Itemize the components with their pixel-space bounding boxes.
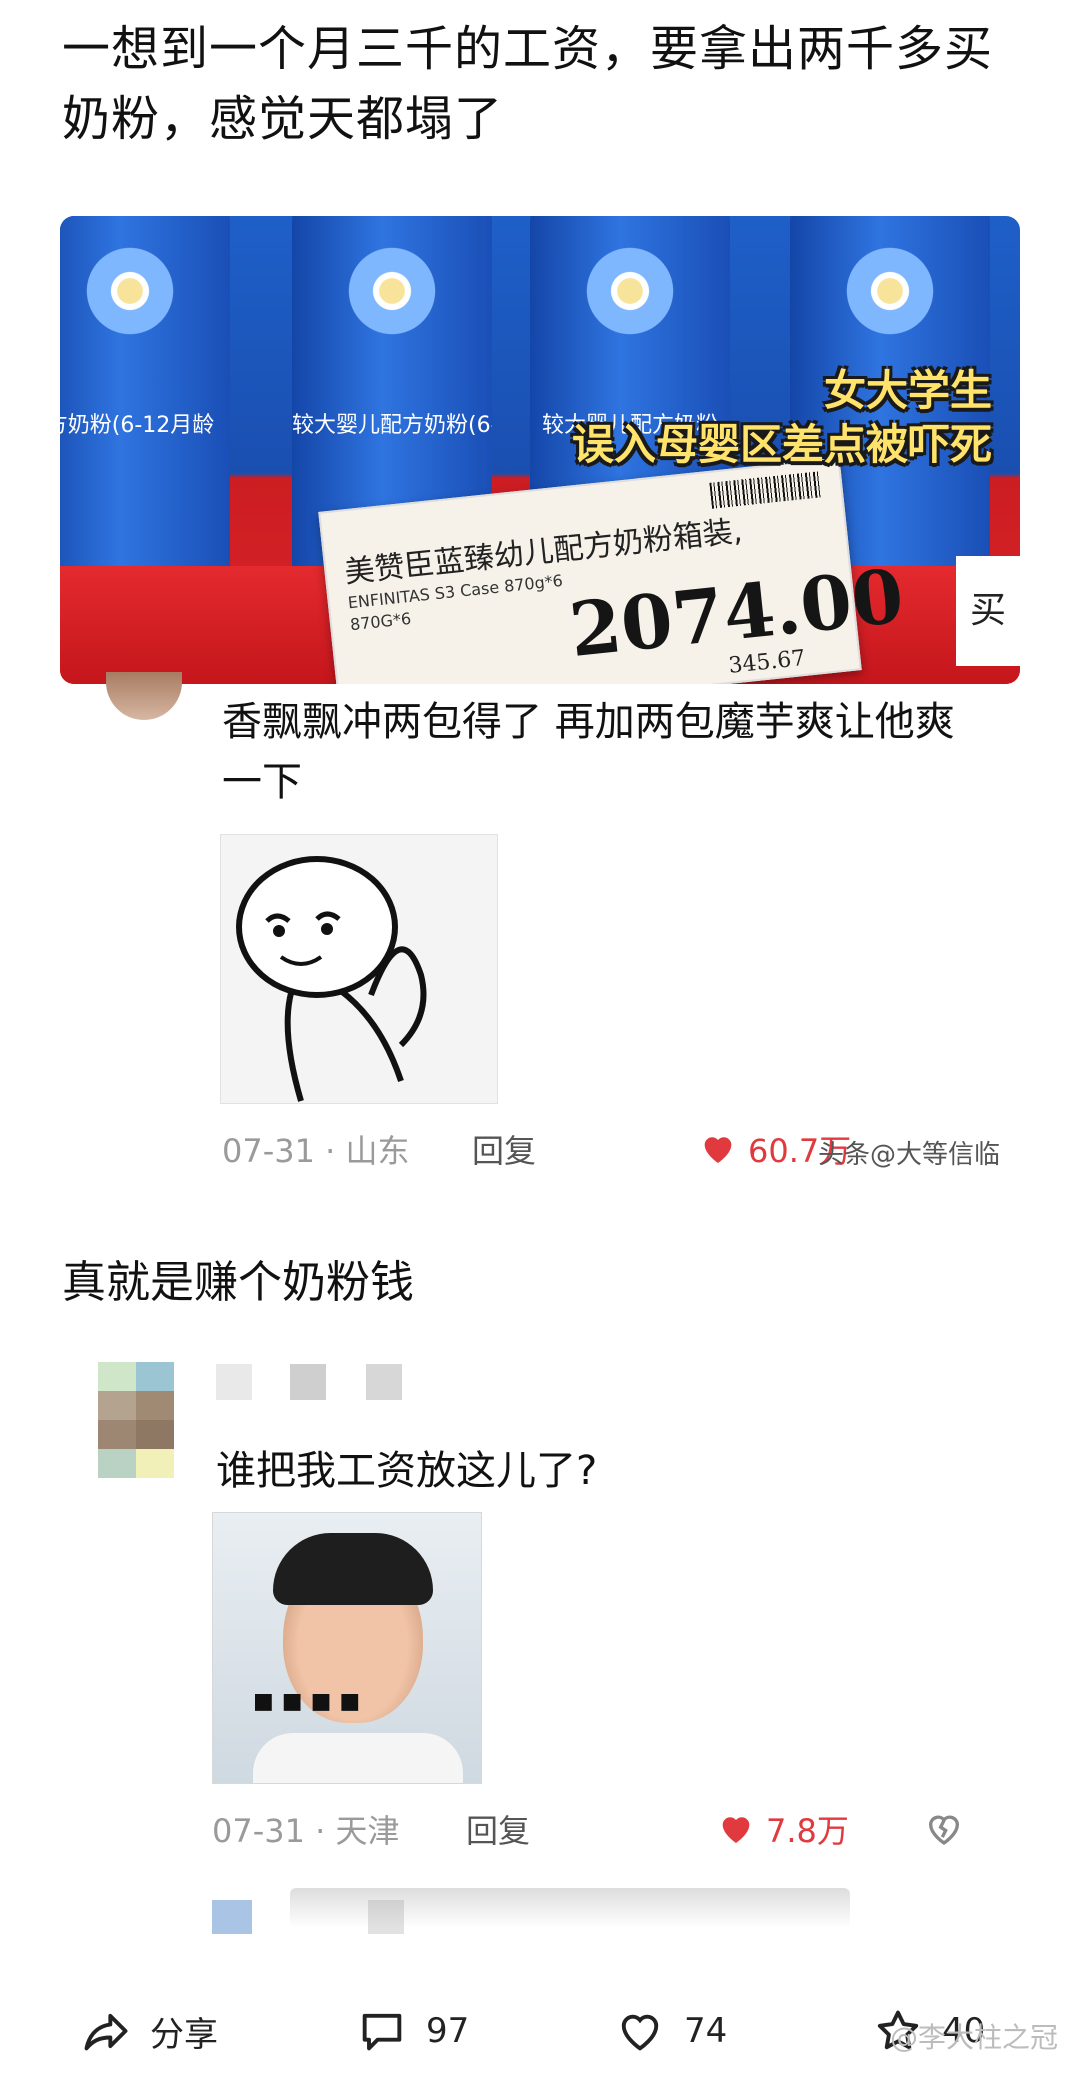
comment-location: 天津	[335, 1812, 400, 1850]
caption-line-1: 女大学生	[823, 366, 992, 415]
username-blur	[290, 1364, 326, 1400]
share-icon	[84, 2013, 128, 2051]
like-button[interactable]: 74	[614, 2006, 727, 2056]
comment-button[interactable]: 97	[356, 2006, 469, 2056]
comment-meta: 07-31 · 天津	[212, 1806, 400, 1852]
flower-logo-icon	[835, 236, 945, 346]
avatar[interactable]	[98, 1362, 174, 1478]
share-button[interactable]: 分享	[80, 2006, 218, 2056]
like-count: 7.8万	[766, 1812, 849, 1850]
news-image[interactable]: 方奶粉(6-12月龄 较大婴儿配方奶粉(6-12月 较大婴儿配方奶粉 买 美赞臣…	[60, 216, 1020, 684]
flower-logo-icon	[75, 236, 185, 346]
reply-button[interactable]: 回复	[466, 1806, 530, 1852]
comment-location: 山东	[345, 1132, 410, 1170]
photo-hair	[273, 1533, 433, 1605]
meta-separator: ·	[304, 1812, 336, 1850]
overlay-watermark: 头条@大等信临	[818, 1140, 1001, 1170]
username-blur	[216, 1364, 252, 1400]
reply-button[interactable]: 回复	[472, 1126, 536, 1172]
post-title: 一想到一个月三千的工资，要拿出两千多买奶粉，感觉天都塌了	[62, 21, 994, 147]
comment-date: 07-31	[212, 1812, 305, 1850]
comment-text: 谁把我工资放这儿了?	[216, 1448, 598, 1494]
section-title: 真就是赚个奶粉钱	[62, 1257, 414, 1308]
tag-weight: 870G*6	[349, 608, 412, 635]
side-price-tag: 买	[956, 556, 1020, 666]
heart-filled-icon[interactable]	[716, 1808, 756, 1848]
comment-photo[interactable]: ■■■■	[212, 1512, 482, 1784]
barcode-icon	[709, 471, 822, 509]
weibo-watermark: @李大柱之冠	[889, 2021, 1058, 2054]
comment-text: 香飘飘冲两包得了 再加两包魔芋爽让他爽一下	[222, 699, 955, 805]
bottom-action-bar: 分享 97 74 40 @李大柱之冠	[0, 1976, 1080, 2088]
photo-dots: ■■■■	[253, 1689, 369, 1714]
avatar[interactable]	[106, 672, 182, 720]
caption-line-2: 误入母婴区差点被吓死	[571, 420, 992, 469]
comment-sticker-image[interactable]	[220, 834, 498, 1104]
avatar[interactable]	[212, 1900, 252, 1934]
username-blur	[366, 1364, 402, 1400]
can-label: 较大婴儿配方奶粉(6-12月	[292, 413, 492, 438]
heart-outline-icon	[621, 2014, 659, 2051]
meme-sketch-icon	[236, 856, 427, 1102]
faded-comment-text	[290, 1888, 850, 1928]
heart-filled-icon[interactable]	[698, 1128, 738, 1168]
flower-logo-icon	[337, 236, 447, 346]
broken-heart-icon[interactable]	[924, 1808, 964, 1848]
meta-separator: ·	[314, 1132, 346, 1170]
like-count-bottom: 74	[684, 2011, 728, 2051]
comment-count: 97	[426, 2011, 470, 2051]
comment-icon	[362, 2013, 402, 2051]
photo-shirt	[253, 1733, 463, 1783]
can-label: 方奶粉(6-12月龄	[60, 413, 215, 438]
comment-meta: 07-31 · 山东	[222, 1126, 410, 1172]
flower-logo-icon	[575, 236, 685, 346]
video-caption: 女大学生 误入母婴区差点被吓死	[572, 364, 992, 472]
comment-date: 07-31	[222, 1132, 315, 1170]
formula-can: 方奶粉(6-12月龄	[60, 216, 230, 626]
share-label: 分享	[150, 2014, 218, 2055]
